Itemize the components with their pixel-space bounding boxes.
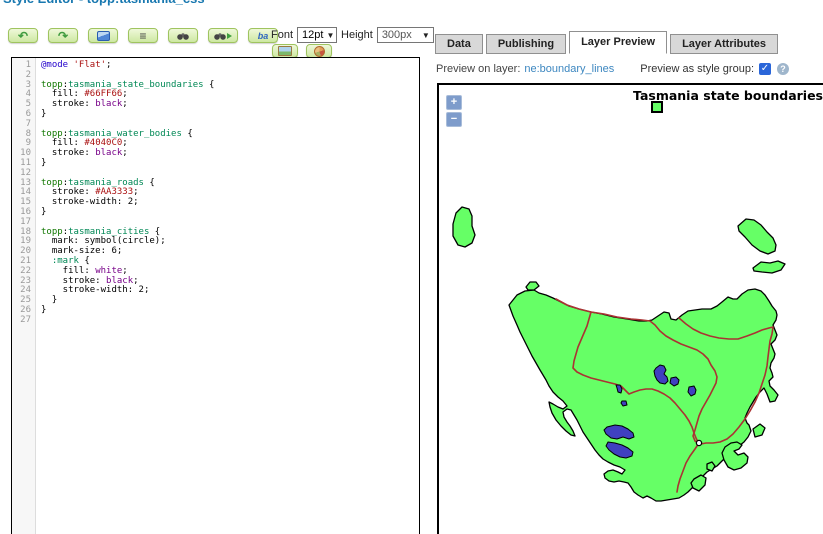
find-next-button[interactable] [208, 28, 238, 43]
page-title: Style Editor - topp:tasmania_css [3, 0, 205, 6]
css-code-editor[interactable]: 1234567891011121314151617181920212223242… [11, 57, 420, 534]
image-icon [97, 31, 110, 41]
preview-bar: Preview on layer: ne:boundary_lines Prev… [436, 63, 822, 75]
style-group-label: Preview as style group: [640, 63, 754, 75]
reformat-lines-icon: ≡ [139, 31, 146, 41]
map-legend-title: Tasmania state boundaries [439, 88, 823, 103]
tab-publishing[interactable]: Publishing [486, 34, 566, 54]
map-canvas[interactable] [439, 85, 823, 534]
cape-barren-island [753, 261, 785, 273]
code-lines[interactable]: @mode 'Flat'; topp:tasmania_state_bounda… [36, 58, 419, 534]
picture-button[interactable] [272, 44, 298, 58]
redo-icon: ↷ [58, 31, 68, 41]
tab-layer-attributes[interactable]: Layer Attributes [670, 34, 778, 54]
maria-island [753, 424, 765, 437]
north-islet [526, 282, 539, 290]
editor-toolbar-row2 [272, 44, 332, 58]
line-number-gutter: 1234567891011121314151617181920212223242… [12, 58, 36, 534]
font-label: Font [271, 29, 293, 41]
layer-tabs: Data Publishing Layer Preview Layer Attr… [435, 31, 778, 54]
geoserver-style-editor-page: { "page": { "title": "Style Editor - top… [0, 0, 823, 534]
preview-layer-link[interactable]: ne:boundary_lines [524, 63, 614, 75]
binoculars-icon [177, 32, 189, 40]
color-wheel-button[interactable] [306, 44, 332, 58]
reformat-button[interactable]: ≡ [128, 28, 158, 43]
tasman-peninsula [722, 442, 748, 470]
preview-on-layer-label: Preview on layer: [436, 63, 520, 75]
chevron-down-icon: ▼ [422, 31, 430, 40]
font-size-select[interactable]: 12pt ▼ [297, 27, 337, 43]
redo-button[interactable]: ↷ [48, 28, 78, 43]
insert-image-button[interactable] [88, 28, 118, 43]
font-case-icon: ba [258, 31, 269, 41]
editor-height-select[interactable]: 300px ▼ [377, 27, 434, 43]
small-islet [707, 462, 715, 471]
help-icon[interactable]: ? [777, 63, 789, 75]
binoculars-icon [214, 32, 226, 40]
king-island [453, 207, 475, 247]
color-wheel-icon [314, 46, 325, 57]
picture-icon [278, 46, 292, 56]
flinders-island [738, 219, 776, 254]
find-button[interactable] [168, 28, 198, 43]
font-size-value: 12pt [302, 29, 323, 41]
undo-icon: ↶ [18, 31, 28, 41]
arrow-right-icon [227, 33, 232, 39]
lake-king-william [621, 401, 627, 406]
tab-data[interactable]: Data [435, 34, 483, 54]
city-marker-hobart [696, 440, 701, 445]
editor-toolbar: ↶ ↷ ≡ ba [8, 28, 278, 43]
legend-color-swatch [651, 101, 663, 113]
map-preview-pane[interactable]: Tasmania state boundaries + − [437, 83, 823, 534]
editor-height-value: 300px [382, 29, 412, 41]
map-zoom-in-button[interactable]: + [446, 95, 462, 110]
height-label: Height [341, 29, 373, 41]
undo-button[interactable]: ↶ [8, 28, 38, 43]
tab-layer-preview[interactable]: Layer Preview [569, 31, 667, 54]
map-zoom-out-button[interactable]: − [446, 112, 462, 127]
chevron-down-icon: ▼ [326, 31, 334, 40]
font-controls: Font 12pt ▼ Height 300px ▼ [271, 27, 434, 43]
style-group-checkbox[interactable]: ✓ [759, 63, 771, 75]
